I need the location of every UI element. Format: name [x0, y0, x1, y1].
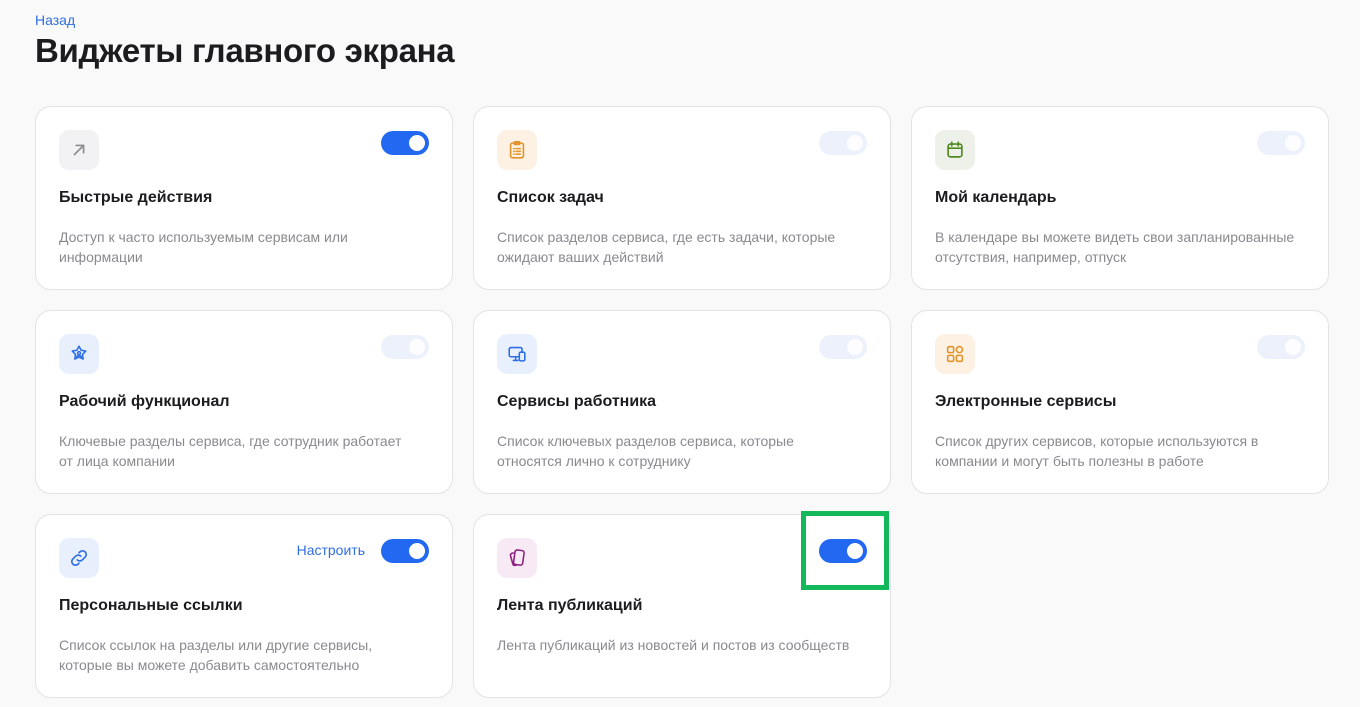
widget-description: Список разделов сервиса, где есть задачи… [497, 229, 836, 265]
widget-description: Список других сервисов, которые использу… [935, 433, 1259, 469]
widget-card-employee-services: Сервисы работника Список ключевых раздел… [473, 310, 891, 494]
widget-title: Лента публикаций [497, 597, 643, 614]
widget-toggle-quick-actions[interactable] [381, 131, 429, 155]
highlight-frame [801, 511, 889, 590]
widget-toggle-my-calendar[interactable] [1257, 131, 1305, 155]
page-title: Виджеты главного экрана [35, 32, 455, 69]
widget-title: Рабочий функционал [59, 393, 230, 410]
widget-card-electronic-services: Электронные сервисы Список других сервис… [911, 310, 1329, 494]
widget-description: В календаре вы можете видеть свои заплан… [935, 229, 1295, 265]
link-icon [59, 538, 99, 578]
arrow-up-right-icon [59, 130, 99, 170]
back-link[interactable]: Назад [35, 12, 75, 28]
widget-toggle-electronic-services[interactable] [1257, 335, 1305, 359]
widget-description: Доступ к часто используемым сервисам или… [59, 229, 348, 265]
publications-icon [497, 538, 537, 578]
toggle-knob [409, 339, 425, 355]
widget-description: Ключевые разделы сервиса, где сотрудник … [59, 433, 402, 469]
calendar-icon [935, 130, 975, 170]
widget-title: Список задач [497, 189, 604, 206]
widget-description: Лента публикаций из новостей и постов из… [497, 637, 850, 653]
widget-title: Сервисы работника [497, 393, 657, 410]
apps-grid-icon [935, 334, 975, 374]
clipboard-list-icon [497, 130, 537, 170]
widget-card-task-list: Список задач Список разделов сервиса, гд… [473, 106, 891, 290]
widget-toggle-personal-links[interactable] [381, 539, 429, 563]
widget-toggle-employee-services[interactable] [819, 335, 867, 359]
widget-card-personal-links: Настроить Персональные ссылки Список ссы… [35, 514, 453, 698]
toggle-knob [409, 135, 425, 151]
toggle-knob [847, 339, 863, 355]
widget-title: Мой календарь [935, 189, 1057, 206]
toggle-knob [409, 543, 425, 559]
widget-card-my-calendar: Мой календарь В календаре вы можете виде… [911, 106, 1329, 290]
widget-toggle-work-functional[interactable] [381, 335, 429, 359]
user-star-icon [59, 334, 99, 374]
toggle-knob [1285, 135, 1301, 151]
toggle-knob [847, 135, 863, 151]
toggle-knob [1285, 339, 1301, 355]
widget-title: Персональные ссылки [59, 597, 243, 614]
widget-title: Быстрые действия [59, 189, 213, 206]
devices-icon [497, 334, 537, 374]
widget-title: Электронные сервисы [935, 393, 1117, 410]
widget-toggle-task-list[interactable] [819, 131, 867, 155]
widget-card-work-functional: Рабочий функционал Ключевые разделы серв… [35, 310, 453, 494]
widget-description: Список ключевых разделов сервиса, которы… [497, 433, 794, 469]
widget-card-quick-actions: Быстрые действия Доступ к часто использу… [35, 106, 453, 290]
configure-link[interactable]: Настроить [297, 542, 365, 558]
widget-description: Список ссылок на разделы или другие серв… [59, 637, 373, 673]
